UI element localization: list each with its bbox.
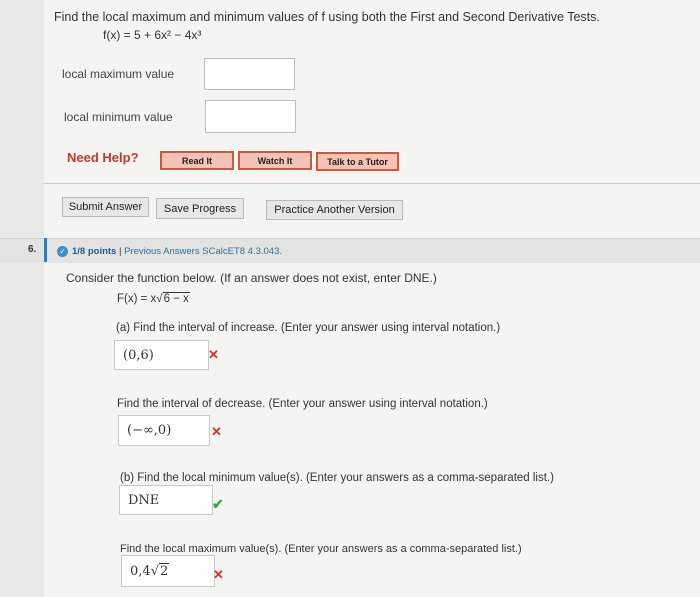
question-instructions: Consider the function below. (If an answ… [66,271,437,285]
function-lhs: F(x) = x [117,293,157,305]
question-number: 6. [28,244,37,255]
practice-another-version-button[interactable]: Practice Another Version [266,200,403,220]
question-meta: 1/8 points | Previous Answers SCalcET8 4… [72,246,282,257]
decrease-prompt: Find the interval of decrease. (Enter yo… [117,398,488,410]
save-progress-button[interactable]: Save Progress [156,198,244,219]
wrong-icon: ✕ [208,347,219,362]
previous-answers-link[interactable]: Previous Answers [124,246,200,257]
watch-it-button[interactable]: Watch It [237,150,313,171]
local-max-values-input[interactable]: 0,4 √ 2 [121,555,215,587]
local-max-values-prefix: 0,4 [130,563,151,579]
interval-increase-value: (0,6) [123,347,154,363]
function-expression: f(x) = 5 + 6x² − 4x³ [103,28,202,42]
sqrt-icon: √ [156,293,163,305]
local-min-values-input[interactable]: DNE [119,485,213,515]
local-min-label: local minimum value [64,110,173,124]
submit-answer-button[interactable]: Submit Answer [62,197,149,217]
local-min-input[interactable] [205,100,296,133]
correct-icon: ✔ [212,496,224,512]
local-max-values-radicand: 2 [158,563,170,579]
local-max-label: local maximum value [62,67,175,81]
interval-decrease-value: (−∞,0) [127,423,172,438]
wrong-icon: ✕ [213,567,224,582]
function-expression-q6: F(x) = x√6 − x [117,292,190,305]
interval-increase-input[interactable]: (0,6) [114,340,209,370]
part-a-prompt: (a) Find the interval of increase. (Ente… [116,322,501,334]
read-it-button[interactable]: Read It [159,150,235,171]
need-help-label: Need Help? [67,150,139,165]
talk-to-tutor-button[interactable]: Talk to a Tutor [315,151,400,172]
local-max-input[interactable] [204,58,295,90]
function-radicand: 6 − x [162,292,190,305]
sqrt-icon: √ [150,563,159,579]
divider [44,183,700,184]
part-b-prompt: (b) Find the local minimum value(s). (En… [120,472,554,484]
wrong-icon: ✕ [211,424,222,439]
points-label: 1/8 points [72,246,117,257]
question-code: SCalcET8 4.3.043. [202,246,282,257]
check-circle-icon: ✓ [57,246,68,257]
interval-decrease-input[interactable]: (−∞,0) [118,415,210,446]
question-marker [44,238,47,262]
local-max-prompt: Find the local maximum value(s). (Enter … [120,543,522,555]
question-prompt: Find the local maximum and minimum value… [54,10,600,24]
local-min-values-value: DNE [128,492,160,508]
